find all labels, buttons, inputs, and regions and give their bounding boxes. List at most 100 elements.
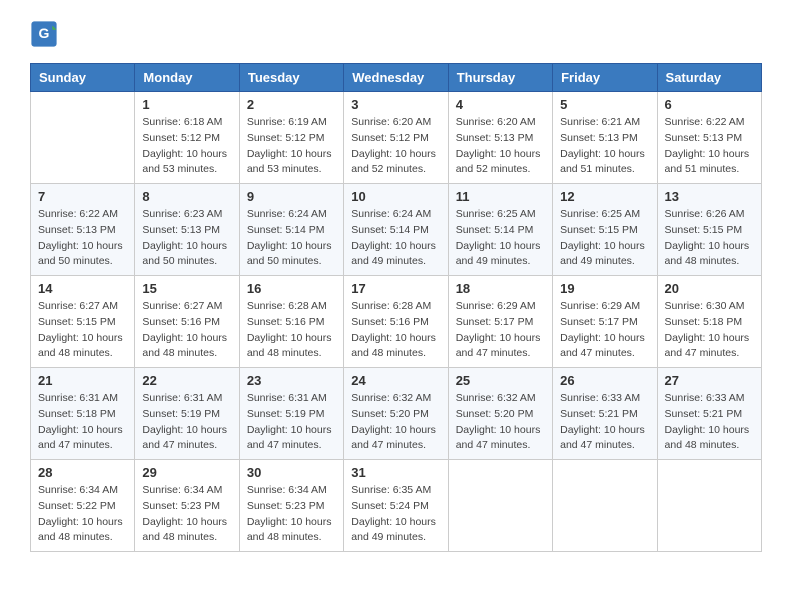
day-number: 20 <box>665 281 754 296</box>
calendar-cell: 31Sunrise: 6:35 AM Sunset: 5:24 PM Dayli… <box>344 460 448 552</box>
day-info: Sunrise: 6:33 AM Sunset: 5:21 PM Dayligh… <box>560 391 649 454</box>
day-info: Sunrise: 6:20 AM Sunset: 5:13 PM Dayligh… <box>456 115 545 178</box>
day-number: 10 <box>351 189 440 204</box>
day-info: Sunrise: 6:27 AM Sunset: 5:16 PM Dayligh… <box>142 299 231 362</box>
calendar-cell <box>657 460 761 552</box>
calendar-cell: 17 Sunrise: 6:28 AM Sunset: 5:16 PM Dayli… <box>344 276 448 368</box>
calendar-cell: 27Sunrise: 6:33 AM Sunset: 5:21 PM Dayli… <box>657 368 761 460</box>
calendar-cell: 26 Sunrise: 6:33 AM Sunset: 5:21 PM Dayli… <box>553 368 657 460</box>
day-number: 21 <box>38 373 127 388</box>
day-info: Sunrise: 6:22 AM Sunset: 5:13 PM Dayligh… <box>665 115 754 178</box>
calendar-cell: 8 Sunrise: 6:23 AM Sunset: 5:13 PM Daylig… <box>135 184 239 276</box>
calendar-cell: 16 Sunrise: 6:28 AM Sunset: 5:16 PM Dayli… <box>239 276 343 368</box>
day-info: Sunrise: 6:33 AM Sunset: 5:21 PM Dayligh… <box>665 391 754 454</box>
calendar-cell: 14Sunrise: 6:27 AM Sunset: 5:15 PM Dayli… <box>31 276 135 368</box>
day-info: Sunrise: 6:29 AM Sunset: 5:17 PM Dayligh… <box>456 299 545 362</box>
calendar-cell: 24Sunrise: 6:32 AM Sunset: 5:20 PM Dayli… <box>344 368 448 460</box>
calendar-cell <box>31 92 135 184</box>
calendar-cell: 1 Sunrise: 6:18 AM Sunset: 5:12 PM Daylig… <box>135 92 239 184</box>
calendar-cell: 29 Sunrise: 6:34 AM Sunset: 5:23 PM Dayli… <box>135 460 239 552</box>
calendar-week-1: 1 Sunrise: 6:18 AM Sunset: 5:12 PM Daylig… <box>31 92 762 184</box>
day-number: 16 <box>247 281 336 296</box>
calendar-week-4: 21Sunrise: 6:31 AM Sunset: 5:18 PM Dayli… <box>31 368 762 460</box>
logo: G <box>30 20 60 48</box>
calendar-cell: 25Sunrise: 6:32 AM Sunset: 5:20 PM Dayli… <box>448 368 552 460</box>
day-info: Sunrise: 6:30 AM Sunset: 5:18 PM Dayligh… <box>665 299 754 362</box>
day-info: Sunrise: 6:23 AM Sunset: 5:13 PM Dayligh… <box>142 207 231 270</box>
calendar-cell: 12 Sunrise: 6:25 AM Sunset: 5:15 PM Dayli… <box>553 184 657 276</box>
calendar-cell: 20 Sunrise: 6:30 AM Sunset: 5:18 PM Dayli… <box>657 276 761 368</box>
weekday-header: SundayMondayTuesdayWednesdayThursdayFrid… <box>31 64 762 92</box>
calendar-cell: 28 Sunrise: 6:34 AM Sunset: 5:22 PM Dayli… <box>31 460 135 552</box>
calendar-cell: 7 Sunrise: 6:22 AM Sunset: 5:13 PM Daylig… <box>31 184 135 276</box>
calendar-week-2: 7 Sunrise: 6:22 AM Sunset: 5:13 PM Daylig… <box>31 184 762 276</box>
day-info: Sunrise: 6:31 AM Sunset: 5:19 PM Dayligh… <box>247 391 336 454</box>
day-number: 12 <box>560 189 649 204</box>
day-info: Sunrise: 6:22 AM Sunset: 5:13 PM Dayligh… <box>38 207 127 270</box>
calendar-cell <box>448 460 552 552</box>
day-number: 4 <box>456 97 545 112</box>
calendar-cell: 22 Sunrise: 6:31 AM Sunset: 5:19 PM Dayli… <box>135 368 239 460</box>
day-info: Sunrise: 6:26 AM Sunset: 5:15 PM Dayligh… <box>665 207 754 270</box>
day-number: 26 <box>560 373 649 388</box>
day-number: 3 <box>351 97 440 112</box>
calendar-cell: 23 Sunrise: 6:31 AM Sunset: 5:19 PM Dayli… <box>239 368 343 460</box>
day-number: 14 <box>38 281 127 296</box>
calendar-cell: 4 Sunrise: 6:20 AM Sunset: 5:13 PM Daylig… <box>448 92 552 184</box>
day-info: Sunrise: 6:19 AM Sunset: 5:12 PM Dayligh… <box>247 115 336 178</box>
calendar-cell: 2 Sunrise: 6:19 AM Sunset: 5:12 PM Daylig… <box>239 92 343 184</box>
calendar-week-3: 14Sunrise: 6:27 AM Sunset: 5:15 PM Dayli… <box>31 276 762 368</box>
day-info: Sunrise: 6:21 AM Sunset: 5:13 PM Dayligh… <box>560 115 649 178</box>
day-number: 22 <box>142 373 231 388</box>
day-info: Sunrise: 6:32 AM Sunset: 5:20 PM Dayligh… <box>351 391 440 454</box>
day-number: 17 <box>351 281 440 296</box>
calendar-cell: 11 Sunrise: 6:25 AM Sunset: 5:14 PM Dayli… <box>448 184 552 276</box>
day-info: Sunrise: 6:28 AM Sunset: 5:16 PM Dayligh… <box>247 299 336 362</box>
day-info: Sunrise: 6:25 AM Sunset: 5:14 PM Dayligh… <box>456 207 545 270</box>
day-number: 13 <box>665 189 754 204</box>
day-number: 30 <box>247 465 336 480</box>
day-number: 19 <box>560 281 649 296</box>
day-info: Sunrise: 6:24 AM Sunset: 5:14 PM Dayligh… <box>247 207 336 270</box>
day-number: 8 <box>142 189 231 204</box>
day-info: Sunrise: 6:31 AM Sunset: 5:19 PM Dayligh… <box>142 391 231 454</box>
day-info: Sunrise: 6:35 AM Sunset: 5:24 PM Dayligh… <box>351 483 440 546</box>
day-info: Sunrise: 6:25 AM Sunset: 5:15 PM Dayligh… <box>560 207 649 270</box>
calendar-body: 1 Sunrise: 6:18 AM Sunset: 5:12 PM Daylig… <box>31 92 762 552</box>
calendar-cell: 9Sunrise: 6:24 AM Sunset: 5:14 PM Daylig… <box>239 184 343 276</box>
weekday-saturday: Saturday <box>657 64 761 92</box>
calendar-table: SundayMondayTuesdayWednesdayThursdayFrid… <box>30 63 762 552</box>
day-info: Sunrise: 6:28 AM Sunset: 5:16 PM Dayligh… <box>351 299 440 362</box>
logo-icon: G <box>30 20 58 48</box>
weekday-monday: Monday <box>135 64 239 92</box>
calendar-cell: 3Sunrise: 6:20 AM Sunset: 5:12 PM Daylig… <box>344 92 448 184</box>
day-number: 5 <box>560 97 649 112</box>
day-number: 18 <box>456 281 545 296</box>
calendar-cell: 10 Sunrise: 6:24 AM Sunset: 5:14 PM Dayli… <box>344 184 448 276</box>
day-number: 2 <box>247 97 336 112</box>
day-info: Sunrise: 6:18 AM Sunset: 5:12 PM Dayligh… <box>142 115 231 178</box>
day-number: 28 <box>38 465 127 480</box>
day-info: Sunrise: 6:34 AM Sunset: 5:23 PM Dayligh… <box>247 483 336 546</box>
weekday-sunday: Sunday <box>31 64 135 92</box>
calendar-cell: 13 Sunrise: 6:26 AM Sunset: 5:15 PM Dayli… <box>657 184 761 276</box>
calendar-cell: 15 Sunrise: 6:27 AM Sunset: 5:16 PM Dayli… <box>135 276 239 368</box>
day-number: 7 <box>38 189 127 204</box>
day-number: 11 <box>456 189 545 204</box>
weekday-wednesday: Wednesday <box>344 64 448 92</box>
calendar-cell <box>553 460 657 552</box>
calendar-cell: 6Sunrise: 6:22 AM Sunset: 5:13 PM Daylig… <box>657 92 761 184</box>
weekday-thursday: Thursday <box>448 64 552 92</box>
day-info: Sunrise: 6:34 AM Sunset: 5:22 PM Dayligh… <box>38 483 127 546</box>
day-info: Sunrise: 6:24 AM Sunset: 5:14 PM Dayligh… <box>351 207 440 270</box>
day-number: 29 <box>142 465 231 480</box>
calendar-cell: 30 Sunrise: 6:34 AM Sunset: 5:23 PM Dayli… <box>239 460 343 552</box>
day-number: 23 <box>247 373 336 388</box>
svg-text:G: G <box>39 25 50 41</box>
day-number: 15 <box>142 281 231 296</box>
calendar-cell: 21Sunrise: 6:31 AM Sunset: 5:18 PM Dayli… <box>31 368 135 460</box>
calendar-cell: 19 Sunrise: 6:29 AM Sunset: 5:17 PM Dayli… <box>553 276 657 368</box>
day-number: 1 <box>142 97 231 112</box>
day-info: Sunrise: 6:34 AM Sunset: 5:23 PM Dayligh… <box>142 483 231 546</box>
day-info: Sunrise: 6:29 AM Sunset: 5:17 PM Dayligh… <box>560 299 649 362</box>
